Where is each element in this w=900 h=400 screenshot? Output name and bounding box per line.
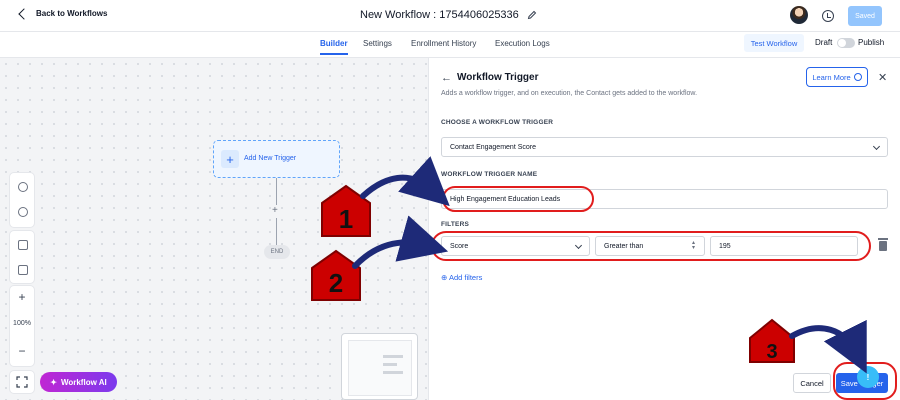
zoom-level: 100% (13, 320, 31, 327)
connector-line (276, 178, 277, 205)
trash-icon[interactable] (878, 238, 888, 251)
minimap-viewport (348, 340, 412, 396)
publish-label: Publish (858, 38, 885, 47)
back-to-workflows-link[interactable]: Back to Workflows (18, 7, 108, 20)
connector-line (276, 218, 277, 245)
canvas-toolbar-middle (9, 230, 35, 284)
check-circle-icon[interactable] (18, 182, 28, 192)
lightbulb-icon (853, 73, 862, 81)
trigger-select-value: Contact Engagement Score (450, 143, 536, 151)
pencil-icon[interactable] (527, 10, 537, 20)
saved-button[interactable]: Saved (848, 6, 882, 26)
note-icon[interactable] (18, 265, 28, 275)
draft-label: Draft (815, 38, 833, 47)
tab-enrollment-history[interactable]: Enrollment History (411, 39, 476, 48)
test-workflow-button[interactable]: Test Workflow (744, 34, 804, 52)
add-filters-link[interactable]: ⊕ Add filters (441, 273, 482, 282)
trigger-select[interactable]: Contact Engagement Score (441, 137, 888, 157)
workflow-builder-screen: Back to Workflows New Workflow : 1754406… (0, 0, 900, 400)
zoom-controls: + 100% − (9, 285, 35, 367)
trigger-panel (428, 58, 900, 400)
comment-icon[interactable] (18, 240, 28, 250)
workflow-ai-label: Workflow AI (60, 377, 107, 387)
chevron-left-icon (18, 7, 30, 20)
minimap-node (383, 363, 397, 366)
choose-trigger-label: CHOOSE A WORKFLOW TRIGGER (441, 119, 554, 126)
panel-title: Workflow Trigger (457, 72, 539, 83)
filters-label: FILTERS (441, 221, 469, 228)
panel-description: Adds a workflow trigger, and on executio… (441, 90, 698, 97)
minimap-node (383, 371, 403, 374)
add-filters-label: Add filters (448, 273, 483, 282)
plus-icon: + (221, 150, 239, 168)
add-step-plus-icon[interactable]: + (272, 205, 278, 216)
zoom-in-button[interactable]: + (10, 290, 34, 304)
tab-execution-logs[interactable]: Execution Logs (495, 39, 550, 48)
expand-icon (16, 376, 28, 388)
end-node: END (264, 245, 290, 259)
trigger-name-label: WORKFLOW TRIGGER NAME (441, 171, 538, 178)
workflow-ai-button[interactable]: ✦ Workflow AI (40, 372, 117, 392)
chevron-down-icon (872, 142, 881, 151)
highlight-ring-name (442, 186, 594, 212)
magic-wand-icon: ✦ (50, 377, 57, 387)
top-bar: Back to Workflows New Workflow : 1754406… (0, 0, 900, 32)
tab-builder[interactable]: Builder (320, 39, 348, 55)
minimap-node (383, 355, 403, 358)
highlight-ring-save (833, 362, 897, 400)
learn-more-button[interactable]: Learn More (806, 67, 868, 87)
clock-icon[interactable] (18, 207, 28, 217)
close-icon[interactable]: ✕ (878, 71, 887, 84)
history-icon[interactable] (822, 10, 834, 22)
workflow-title-text: New Workflow : 1754406025336 (360, 9, 519, 21)
canvas-toolbar-top (9, 172, 35, 228)
add-new-trigger-label: Add New Trigger (244, 155, 297, 162)
cancel-button[interactable]: Cancel (793, 373, 831, 393)
zoom-out-button[interactable]: − (10, 344, 34, 358)
tab-settings[interactable]: Settings (363, 39, 392, 48)
minimap[interactable] (341, 333, 418, 400)
back-label: Back to Workflows (36, 9, 108, 18)
avatar[interactable] (790, 6, 808, 24)
workflow-title[interactable]: New Workflow : 1754406025336 (360, 9, 537, 21)
fit-view-button[interactable] (9, 370, 35, 394)
arrow-left-icon[interactable]: ← (441, 72, 452, 84)
highlight-ring-filters (431, 231, 871, 261)
plus-circle-icon: ⊕ (441, 273, 448, 282)
publish-toggle[interactable] (837, 38, 855, 48)
learn-more-label: Learn More (812, 72, 851, 82)
